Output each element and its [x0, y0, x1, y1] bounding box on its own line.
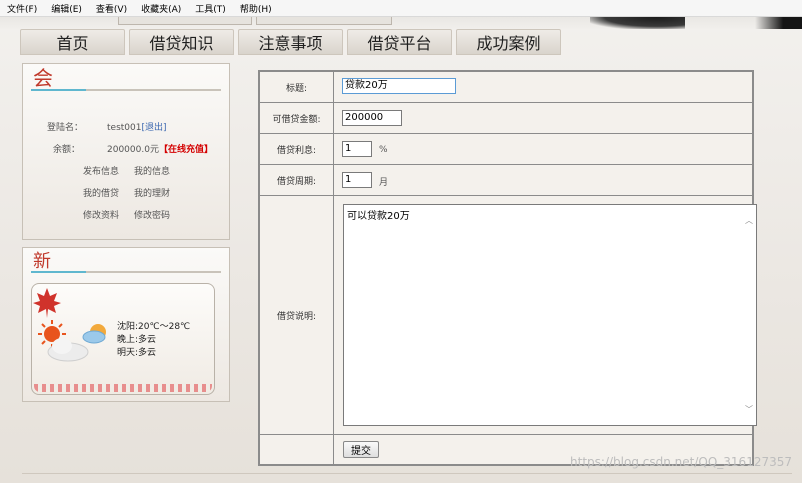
menu-view[interactable]: 查看(V) [93, 2, 130, 15]
user-panel-title: 会 [33, 66, 53, 90]
title-cell: 贷款20万 [335, 72, 752, 102]
main-nav: 首页 借贷知识 注意事项 借贷平台 成功案例 [20, 29, 565, 55]
weather-card: 沈阳:20℃～28℃ 晚上:多云 明天:多云 [31, 283, 223, 395]
weather-panel-divider [31, 271, 221, 273]
description-textarea[interactable]: 可以贷款20万 ︿ ﹀ [343, 204, 757, 426]
period-unit: 月 [379, 178, 389, 188]
form-row-amount: 可借贷金额: 200000 [260, 103, 752, 134]
watermark: https://blog.csdn.net/QQ_316127357 [570, 455, 792, 469]
amount-cell: 200000 [335, 103, 752, 133]
weather-temperature: 沈阳:20℃～28℃ [117, 322, 191, 332]
footer-divider [22, 473, 792, 474]
submit-button[interactable]: 提交 [343, 441, 379, 458]
title-label: 标题: [260, 72, 334, 102]
description-text: 可以贷款20万 [347, 211, 410, 222]
form-row-period: 借贷周期: 1 月 [260, 165, 752, 196]
link-edit-profile[interactable]: 修改资料 [83, 208, 119, 221]
maple-leaf-icon [33, 288, 61, 318]
description-cell: 可以贷款20万 ︿ ﹀ [335, 196, 757, 434]
header-banner [0, 17, 802, 29]
weather-sun-cloud-icon [38, 320, 106, 362]
period-label: 借贷周期: [260, 165, 334, 195]
recharge-link[interactable]: 【在线充值】 [159, 145, 213, 155]
period-input[interactable]: 1 [342, 172, 372, 188]
balance-info: 200000.0元【在线充值】 [107, 142, 213, 155]
scroll-down-icon[interactable]: ﹀ [745, 404, 753, 415]
menu-edit[interactable]: 编辑(E) [48, 2, 85, 15]
login-info: test001[退出] [107, 120, 167, 133]
menu-file[interactable]: 文件(F) [4, 2, 40, 15]
rate-input[interactable]: 1 [342, 141, 372, 157]
user-panel-divider [31, 89, 221, 91]
banner-tab-stub [118, 17, 252, 25]
amount-label: 可借贷金额: [260, 103, 334, 133]
user-panel: 会 登陆名： test001[退出] 余额： 200000.0元【在线充值】 发… [22, 63, 230, 240]
weather-panel: 新 沈阳:20℃～28℃ 晚上:多云 明天:多云 [22, 247, 230, 402]
menu-favorites[interactable]: 收藏夹(A) [138, 2, 184, 15]
menu-tools[interactable]: 工具(T) [192, 2, 229, 15]
balance-label: 余额： [53, 145, 81, 155]
nav-loan-knowledge[interactable]: 借贷知识 [129, 29, 234, 55]
link-my-info[interactable]: 我的信息 [134, 164, 170, 177]
link-publish-info[interactable]: 发布信息 [83, 164, 119, 177]
menu-bar: 文件(F) 编辑(E) 查看(V) 收藏夹(A) 工具(T) 帮助(H) [0, 0, 802, 17]
link-my-finance[interactable]: 我的理财 [134, 186, 170, 199]
loan-form: 标题: 贷款20万 可借贷金额: 200000 借贷利息: 1 % 借贷周期: … [258, 70, 757, 466]
logout-link[interactable]: [退出] [141, 123, 166, 133]
weather-tonight: 晚上:多云 [117, 335, 157, 345]
nav-loan-platform[interactable]: 借贷平台 [347, 29, 452, 55]
rate-label: 借贷利息: [260, 134, 334, 164]
weather-tomorrow: 明天:多云 [117, 348, 157, 358]
form-row-description: 借贷说明: 可以贷款20万 ︿ ﹀ [260, 196, 757, 435]
banner-tab-stub [256, 17, 392, 25]
submit-label-cell [260, 435, 334, 466]
menu-help[interactable]: 帮助(H) [237, 2, 275, 15]
amount-input[interactable]: 200000 [342, 110, 402, 126]
form-row-title: 标题: 贷款20万 [260, 72, 752, 103]
scroll-up-icon[interactable]: ︿ [745, 215, 753, 226]
link-change-password[interactable]: 修改密码 [134, 208, 170, 221]
username: test001 [107, 123, 142, 133]
link-my-loans[interactable]: 我的借贷 [83, 186, 119, 199]
description-label: 借贷说明: [260, 196, 334, 434]
banner-decoration [755, 17, 802, 29]
login-label: 登陆名： [47, 123, 84, 133]
form-row-rate: 借贷利息: 1 % [260, 134, 752, 165]
banner-decoration [590, 17, 685, 29]
weather-card-decoration [34, 384, 212, 392]
rate-unit: % [379, 145, 388, 155]
period-cell: 1 月 [335, 165, 752, 195]
balance-value: 200000.0元 [107, 145, 159, 155]
nav-home[interactable]: 首页 [20, 29, 125, 55]
nav-notes[interactable]: 注意事项 [238, 29, 343, 55]
title-input[interactable]: 贷款20万 [342, 78, 456, 94]
textarea-scrollbar[interactable]: ︿ ﹀ [742, 205, 756, 425]
nav-success-cases[interactable]: 成功案例 [456, 29, 561, 55]
rate-cell: 1 % [335, 134, 752, 164]
